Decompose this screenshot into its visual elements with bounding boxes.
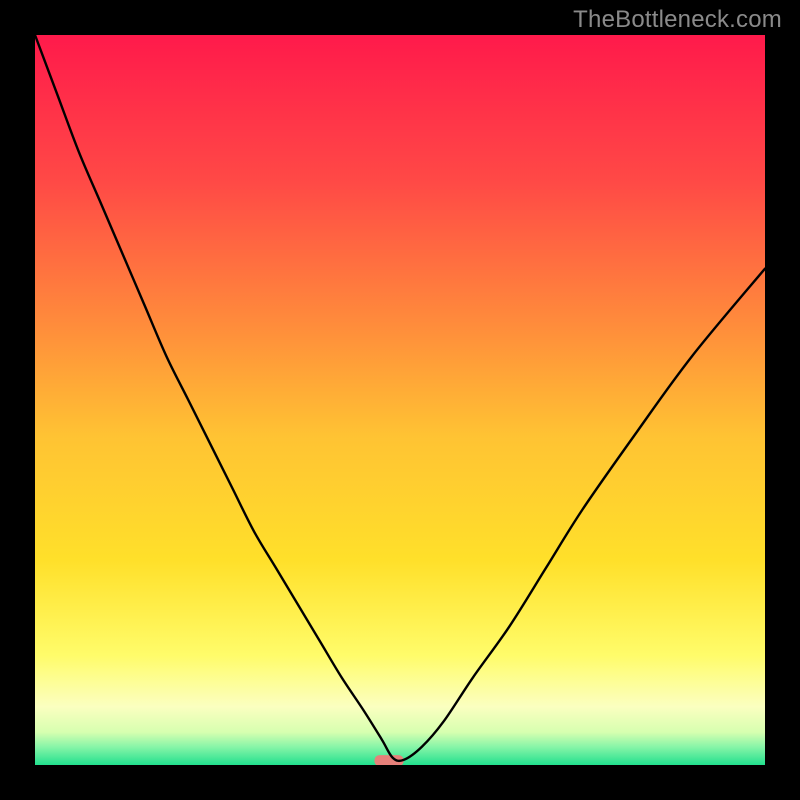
plot-background: [35, 35, 765, 765]
bottleneck-chart: [35, 35, 765, 765]
watermark-text: TheBottleneck.com: [573, 6, 782, 34]
chart-frame: TheBottleneck.com: [0, 0, 800, 800]
